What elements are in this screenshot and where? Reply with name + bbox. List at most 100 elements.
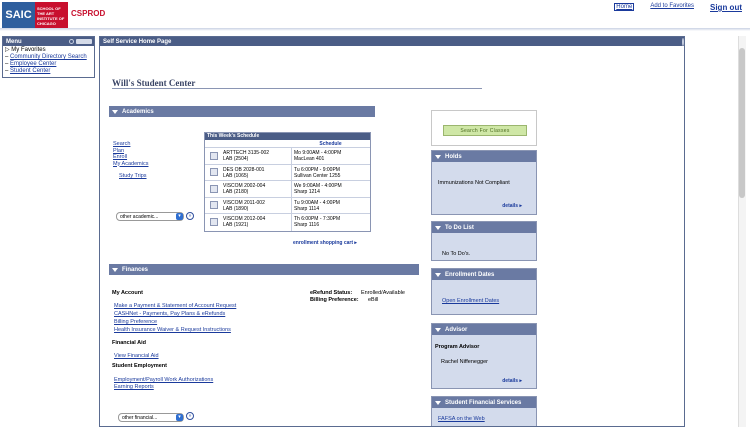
- enrollment-cart-link[interactable]: enrollment shopping cart ▸: [293, 240, 357, 246]
- menu-options-icon[interactable]: [76, 39, 92, 44]
- menu-item-label[interactable]: Employee Center: [10, 61, 56, 67]
- table-row: VISCOM 2012-004 LAB (1921) Th 6:00PM - 7:…: [205, 214, 370, 231]
- finances-section-header[interactable]: Finances: [109, 264, 419, 275]
- program-advisor-label: Program Advisor: [435, 344, 480, 350]
- collapse-triangle-icon: [435, 400, 441, 405]
- employment-authorizations-link[interactable]: Employment/Payroll Work Authorizations: [114, 377, 213, 383]
- sfs-header[interactable]: Student Financial Services: [432, 397, 536, 408]
- class-section: LAB (2504): [223, 156, 249, 162]
- table-row: DES OB 2028-001 LAB (1065) Tu 6:00PM - 9:…: [205, 164, 370, 181]
- sign-out-link[interactable]: Sign out: [710, 3, 742, 12]
- schedule-caption: This Week's Schedule: [205, 133, 370, 140]
- collapse-triangle-icon: [435, 272, 441, 277]
- collapse-triangle-icon: [112, 267, 118, 272]
- scrollbar-thumb[interactable]: [739, 48, 745, 198]
- schedule-col-label: Schedule: [319, 141, 342, 147]
- plan-link[interactable]: Plan: [113, 148, 124, 154]
- collapse-triangle-icon: [435, 327, 441, 332]
- student-employment-label: Student Employment: [112, 363, 168, 369]
- menu-item-student-center[interactable]: – Student Center: [5, 68, 92, 75]
- main-header-title: Self Service Home Page: [103, 38, 172, 45]
- table-row: ARTTECH 3135-002 LAB (2504) Mo 9:00AM - 4…: [205, 148, 370, 165]
- collapse-triangle-icon: [435, 154, 441, 159]
- other-academic-select[interactable]: other academic... ▾: [116, 212, 184, 221]
- my-account-label: My Account: [112, 290, 143, 296]
- other-financial-select[interactable]: other financial... ▾: [118, 413, 184, 422]
- class-section: LAB (1921): [223, 222, 249, 228]
- search-link[interactable]: Search: [113, 141, 130, 147]
- cashnet-link[interactable]: CASHNet - Payments, Pay Plans & eRefunds: [114, 311, 225, 317]
- go-button[interactable]: »: [186, 212, 194, 220]
- saic-logo[interactable]: SAIC SCHOOL OF THE ART INSTITUTE OF CHIC…: [2, 2, 68, 28]
- collapse-triangle-icon: [435, 225, 441, 230]
- add-to-favorites-link[interactable]: Add to Favorites: [650, 3, 694, 9]
- billing-preference-label: Billing Preference:: [310, 297, 359, 303]
- arrow-right-icon: ▸: [354, 240, 357, 246]
- holds-header[interactable]: Holds: [432, 151, 536, 162]
- details-label: details: [502, 378, 519, 384]
- enrollment-dates-box: Enrollment Dates Open Enrollment Dates: [431, 268, 537, 315]
- select-value: other financial...: [122, 414, 158, 421]
- view-financial-aid-link[interactable]: View Financial Aid: [114, 353, 159, 359]
- student-financial-services-box: Student Financial Services FAFSA on the …: [431, 396, 537, 426]
- advisor-name: Rachel Niffenegger: [441, 359, 488, 365]
- refresh-icon[interactable]: [682, 37, 684, 46]
- menu-item-employee-center[interactable]: – Employee Center: [5, 61, 92, 68]
- class-section: LAB (1065): [223, 172, 249, 179]
- search-classes-box: Search For Classes: [431, 110, 537, 146]
- chevron-down-icon: ▾: [176, 213, 183, 220]
- page-scrollbar[interactable]: [685, 36, 746, 427]
- erefund-status-label: eRefund Status:: [310, 290, 353, 296]
- table-row: VISCOM 2002-004 LAB (2180) We 9:00AM - 4:…: [205, 181, 370, 198]
- class-detail-icon[interactable]: [210, 184, 218, 193]
- academics-links: Search Plan Enroll My Academics: [113, 141, 148, 167]
- logo-saic-block: SAIC: [2, 2, 35, 28]
- hold-item: Immunizations Not Compliant: [438, 180, 510, 186]
- search-for-classes-button[interactable]: Search For Classes: [443, 125, 527, 136]
- advisor-details-link[interactable]: details ▸: [502, 378, 522, 384]
- class-room: Sharp 1214: [294, 189, 320, 195]
- billing-preference-link[interactable]: Billing Preference: [114, 319, 157, 325]
- menu-tools: [69, 39, 94, 44]
- main-pagelet: Self Service Home Page Will's Student Ce…: [99, 36, 685, 427]
- open-enrollment-dates-link[interactable]: Open Enrollment Dates: [442, 298, 499, 304]
- class-detail-icon[interactable]: [210, 218, 218, 227]
- class-detail-icon[interactable]: [210, 201, 218, 210]
- menu-list: ▷ My Favorites – Community Directory Sea…: [3, 46, 94, 76]
- enrollment-dates-header[interactable]: Enrollment Dates: [432, 269, 536, 280]
- menu-item-label[interactable]: Student Center: [10, 68, 50, 74]
- go-button[interactable]: »: [186, 412, 194, 420]
- home-link[interactable]: Home: [614, 3, 635, 11]
- top-header: SAIC SCHOOL OF THE ART INSTITUTE OF CHIC…: [0, 0, 750, 31]
- todo-text: No To Do's.: [442, 251, 471, 257]
- class-section: LAB (2180): [223, 189, 249, 195]
- study-trips-link[interactable]: Study Trips: [119, 173, 147, 179]
- schedule-column-header: Schedule: [205, 140, 370, 148]
- todo-header[interactable]: To Do List: [432, 222, 536, 233]
- holds-details-link[interactable]: details ▸: [502, 203, 522, 209]
- make-payment-link[interactable]: Make a Payment & Statement of Account Re…: [114, 303, 236, 309]
- fafsa-link[interactable]: FAFSA on the Web: [438, 416, 485, 422]
- class-detail-icon[interactable]: [210, 168, 218, 177]
- my-academics-link[interactable]: My Academics: [113, 161, 148, 167]
- class-detail-icon[interactable]: [210, 151, 218, 160]
- class-room: Sullivan Center 1255: [294, 172, 341, 179]
- menu-item-label[interactable]: Community Directory Search: [10, 54, 87, 60]
- weekly-schedule-table: This Week's Schedule Schedule ARTTECH 31…: [204, 132, 371, 232]
- erefund-status-value: Enrolled/Available: [361, 290, 405, 296]
- select-value: other academic...: [120, 213, 159, 220]
- academics-section-header[interactable]: Academics: [109, 106, 375, 117]
- main-tools: [682, 37, 684, 46]
- header-divider: [0, 28, 750, 31]
- earning-reports-link[interactable]: Earning Reports: [114, 384, 154, 390]
- health-insurance-link[interactable]: Health Insurance Waiver & Request Instru…: [114, 327, 231, 333]
- enrollment-dates-title: Enrollment Dates: [445, 271, 495, 278]
- menu-collapse-icon[interactable]: [69, 39, 74, 44]
- collapse-triangle-icon: [112, 109, 118, 114]
- class-room: Sharp 1114: [294, 205, 320, 212]
- enroll-link[interactable]: Enroll: [113, 154, 127, 160]
- advisor-header[interactable]: Advisor: [432, 324, 536, 335]
- menu-item-community-directory[interactable]: – Community Directory Search: [5, 54, 92, 61]
- menu-item-my-favorites[interactable]: ▷ My Favorites: [5, 47, 92, 54]
- page-title: Will's Student Center: [112, 78, 196, 88]
